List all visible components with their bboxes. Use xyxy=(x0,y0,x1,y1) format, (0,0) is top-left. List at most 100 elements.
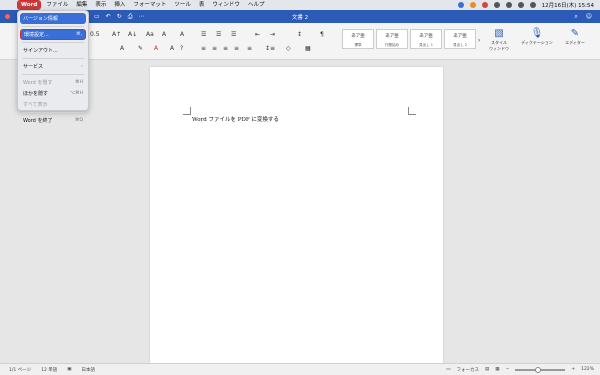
menu-item-services[interactable]: サービス › xyxy=(18,61,88,72)
style-heading-1[interactable]: あア亜 見出し 1 xyxy=(410,29,442,49)
app-status-icon-2[interactable] xyxy=(469,2,476,8)
print-layout-icon[interactable]: ▤ xyxy=(485,367,489,372)
titlebar-right: ⌕ ☺ xyxy=(574,13,600,21)
menu-separator xyxy=(22,42,84,43)
clear-format-icon[interactable]: A xyxy=(162,31,166,38)
zoom-slider[interactable] xyxy=(515,366,566,373)
show-marks-icon[interactable]: ¶ xyxy=(320,31,324,38)
highlight-icon[interactable]: ✎ xyxy=(138,45,143,52)
word-app-menu: バージョン情報 環境設定... ⌘, サインアウト... サービス › Word… xyxy=(17,10,89,124)
menubar-clock[interactable]: 12月16日(木) 15:54 xyxy=(542,1,594,9)
print-icon[interactable]: ⎙ xyxy=(128,13,133,21)
align-center-icon[interactable]: ≡ xyxy=(212,45,217,52)
menu-separator xyxy=(22,74,84,75)
borders-icon[interactable]: ▦ xyxy=(305,45,311,52)
menu-item-shortcut: ⌘, xyxy=(76,32,82,37)
menu-item-hide-others[interactable]: ほかを隠す ⌥⌘H xyxy=(18,88,88,99)
menubar-table[interactable]: 表 xyxy=(195,0,209,10)
focus-icon[interactable]: ▭ xyxy=(446,367,450,372)
phonetic-guide-icon[interactable]: ? xyxy=(180,45,183,52)
zoom-out-icon[interactable]: − xyxy=(506,367,510,372)
menu-item-about[interactable]: バージョン情報 xyxy=(20,13,86,24)
account-icon[interactable]: ☺ xyxy=(586,13,592,21)
page-count[interactable]: 1/1 ページ xyxy=(9,367,31,373)
control-center-icon[interactable] xyxy=(529,2,536,8)
zoom-slider-knob[interactable] xyxy=(534,366,541,373)
line-spacing-icon[interactable]: ↕≡ xyxy=(265,45,275,52)
search-icon[interactable]: ⌕ xyxy=(574,13,577,21)
menubar-file[interactable]: ファイル xyxy=(42,0,72,10)
zoom-in-icon[interactable]: + xyxy=(571,367,575,372)
dictate-button[interactable]: 🎙 ディクテーション xyxy=(517,28,557,46)
align-left-icon[interactable]: ≡ xyxy=(201,45,206,52)
style-heading-2[interactable]: あア亜 見出し 2 xyxy=(444,29,476,49)
style-no-spacing[interactable]: あア亜 行間詰め xyxy=(376,29,408,49)
align-right-icon[interactable]: ≡ xyxy=(223,45,228,52)
redo-icon[interactable]: ↻ xyxy=(117,13,122,21)
save-icon[interactable]: ▭ xyxy=(94,13,100,21)
menu-item-preferences[interactable]: 環境設定... ⌘, xyxy=(20,29,86,40)
justify-icon[interactable]: ≡ xyxy=(234,45,239,52)
style-label: 行間詰め xyxy=(385,43,399,47)
menu-item-sign-out[interactable]: サインアウト... xyxy=(18,45,88,56)
style-sample: あア亜 xyxy=(453,34,467,39)
menu-item-label: 環境設定... xyxy=(24,32,49,38)
text-box-icon[interactable]: A xyxy=(180,31,184,38)
style-sample: あア亜 xyxy=(351,34,365,39)
close-window-icon[interactable] xyxy=(5,14,10,19)
grow-font-icon[interactable]: A↑ xyxy=(112,31,121,38)
menu-item-shortcut: ⌥⌘H xyxy=(69,91,83,96)
document-body-text[interactable]: Word ファイルを PDF に変換する xyxy=(192,115,279,123)
numbering-icon[interactable]: ☰ xyxy=(216,31,221,38)
styles-pane-button[interactable]: ▧ スタイル ウィンドウ xyxy=(482,28,516,52)
zoom-level[interactable]: 122% xyxy=(581,367,594,372)
font-size-field[interactable]: 0.5 xyxy=(90,31,100,38)
style-normal[interactable]: あア亜 標準 xyxy=(342,29,374,49)
menubar-format[interactable]: フォーマット xyxy=(129,0,170,10)
language-indicator[interactable]: 日本語 xyxy=(82,367,96,373)
menubar-window[interactable]: ウィンドウ xyxy=(208,0,244,10)
proofing-icon[interactable]: ▣ xyxy=(67,367,71,372)
menu-item-label: Word を隠す xyxy=(23,80,53,86)
menubar-help[interactable]: ヘルプ xyxy=(244,0,269,10)
shading-icon[interactable]: ◇ xyxy=(286,45,291,52)
decrease-indent-icon[interactable]: ⇤ xyxy=(255,31,260,38)
status-right: ▭ フォーカス ▤ ▦ − + 122% xyxy=(446,366,600,373)
search-icon[interactable] xyxy=(517,2,524,8)
editor-button[interactable]: ✎ エディター xyxy=(558,28,592,46)
battery-icon[interactable] xyxy=(493,2,500,8)
word-count[interactable]: 12 単語 xyxy=(41,367,57,373)
document-page[interactable]: Word ファイルを PDF に変換する xyxy=(150,67,443,363)
home-ribbon: 0.5 A↑ A↓ Aa A A A ✎ A A ? ☰ ☰ ☰ ⇤ ⇥ ↕ ¶… xyxy=(0,23,600,60)
menubar-insert[interactable]: 挿入 xyxy=(110,0,129,10)
focus-label[interactable]: フォーカス xyxy=(457,367,480,373)
style-label: 見出し 2 xyxy=(453,43,467,47)
menu-item-hide-word[interactable]: Word を隠す ⌘H xyxy=(18,77,88,88)
increase-indent-icon[interactable]: ⇥ xyxy=(270,31,275,38)
styles-more-icon[interactable]: › xyxy=(478,37,480,44)
wifi-icon[interactable] xyxy=(505,2,512,8)
app-status-icon[interactable] xyxy=(457,2,464,8)
menubar-app-word[interactable]: Word xyxy=(16,0,42,10)
font-color-icon[interactable]: A xyxy=(154,45,158,52)
text-effects-icon[interactable]: A xyxy=(120,45,124,52)
bullets-icon[interactable]: ☰ xyxy=(201,31,206,38)
character-shading-icon[interactable]: A xyxy=(170,45,174,52)
sort-icon[interactable]: ↕ xyxy=(297,31,302,38)
undo-icon[interactable]: ↶ xyxy=(106,13,111,21)
menubar-tools[interactable]: ツール xyxy=(170,0,195,10)
menu-item-label: バージョン情報 xyxy=(23,16,58,22)
menu-item-shortcut: ⌘H xyxy=(75,80,83,85)
change-case-icon[interactable]: Aa xyxy=(146,31,154,38)
menu-item-quit-word[interactable]: Word を終了 ⌘Q xyxy=(18,115,88,126)
more-icon[interactable]: ⋯ xyxy=(139,13,145,21)
window-controls xyxy=(0,14,10,19)
menu-item-show-all[interactable]: すべて表示 xyxy=(18,99,88,110)
web-layout-icon[interactable]: ▦ xyxy=(495,367,499,372)
menubar-edit[interactable]: 編集 xyxy=(72,0,91,10)
app-status-icon-3[interactable] xyxy=(481,2,488,8)
multilevel-list-icon[interactable]: ☰ xyxy=(231,31,236,38)
menubar-view[interactable]: 表示 xyxy=(91,0,110,10)
shrink-font-icon[interactable]: A↓ xyxy=(128,31,137,38)
distributed-icon[interactable]: ≡ xyxy=(247,45,252,52)
